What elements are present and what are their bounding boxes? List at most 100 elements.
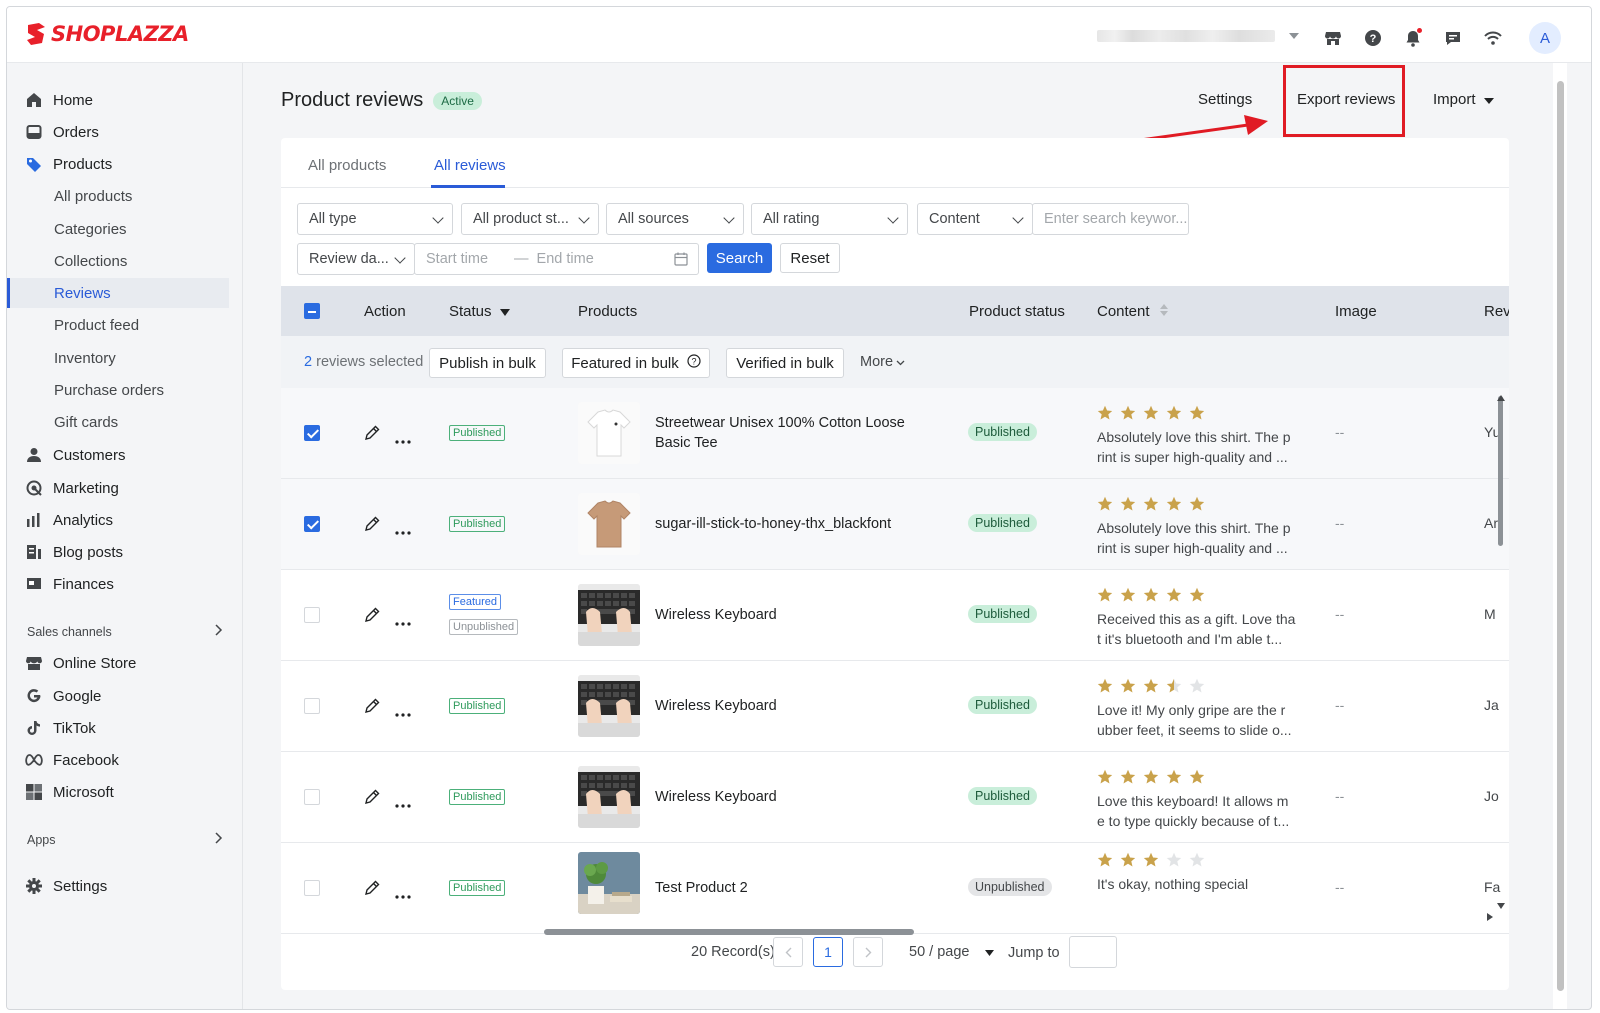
edit-icon[interactable]	[363, 697, 381, 718]
product-name[interactable]: Test Product 2	[655, 878, 935, 898]
scroll-down-icon[interactable]	[1497, 896, 1505, 912]
more-actions-icon[interactable]	[395, 522, 411, 538]
sources-filter[interactable]: All sources	[606, 203, 744, 235]
store-selector[interactable]	[1097, 29, 1307, 43]
prev-page-button[interactable]	[773, 937, 803, 967]
sidebar-item-google[interactable]: Google	[7, 681, 229, 711]
rating-filter[interactable]: All rating	[751, 203, 908, 235]
search-button[interactable]: Search	[707, 243, 772, 273]
page-size-select[interactable]: 50 / page	[909, 944, 995, 960]
sidebar-item-marketing[interactable]: Marketing	[7, 473, 229, 503]
table-row[interactable]: Published Wireless Keyboard Published Love …	[281, 752, 1509, 843]
row-checkbox[interactable]	[304, 880, 320, 896]
table-row[interactable]: Published Test Product 2 Unpublished It's o…	[281, 843, 1509, 934]
product-thumbnail[interactable]	[578, 675, 640, 737]
table-row[interactable]: Featured Unpublished Wireless Keyboard Publ…	[281, 570, 1509, 661]
tab-all-reviews[interactable]: All reviews	[434, 157, 506, 174]
table-vertical-scrollbar[interactable]	[1498, 396, 1503, 546]
shoplazza-logo[interactable]: SHOPLAZZA	[25, 21, 189, 47]
row-checkbox[interactable]	[304, 698, 320, 714]
page-scrollbar[interactable]	[1553, 63, 1567, 1009]
verified-in-bulk-button[interactable]: Verified in bulk	[726, 348, 844, 378]
product-name[interactable]: Wireless Keyboard	[655, 787, 935, 807]
page-scrollbar-thumb[interactable]	[1557, 81, 1564, 991]
scroll-right-icon[interactable]	[1487, 908, 1493, 924]
page-number-current[interactable]: 1	[813, 937, 843, 967]
more-actions-icon[interactable]	[395, 613, 411, 629]
product-name[interactable]: sugar-ill-stick-to-honey-thx_blackfont	[655, 514, 935, 534]
review-content[interactable]: Love this keyboard! It allows m e to type…	[1097, 791, 1297, 831]
more-actions-icon[interactable]	[395, 795, 411, 811]
sidebar-item-microsoft[interactable]: Microsoft	[7, 777, 229, 807]
reset-button[interactable]: Reset	[780, 243, 840, 273]
edit-icon[interactable]	[363, 424, 381, 445]
product-thumbnail[interactable]	[578, 766, 640, 828]
chat-icon[interactable]	[1443, 28, 1463, 48]
sidebar-sub-inventory[interactable]: Inventory	[7, 343, 229, 373]
sidebar-sub-product-feed[interactable]: Product feed	[7, 310, 229, 340]
product-status-filter[interactable]: All product st...	[461, 203, 599, 235]
review-date-select[interactable]: Review da...	[297, 243, 415, 275]
more-dropdown[interactable]: More	[860, 354, 905, 370]
edit-icon[interactable]	[363, 879, 381, 900]
row-checkbox[interactable]	[304, 789, 320, 805]
avatar[interactable]: A	[1529, 22, 1561, 54]
table-row[interactable]: Published sugar-ill-stick-to-honey-thx_bl…	[281, 479, 1509, 570]
next-page-button[interactable]	[853, 937, 883, 967]
review-content[interactable]: Absolutely love this shirt. The p rint is…	[1097, 518, 1297, 558]
more-actions-icon[interactable]	[395, 704, 411, 720]
product-thumbnail[interactable]	[578, 402, 640, 464]
sidebar-sub-collections[interactable]: Collections	[7, 246, 229, 276]
row-checkbox[interactable]	[304, 516, 320, 532]
sidebar-item-customers[interactable]: Customers	[7, 440, 229, 470]
product-thumbnail[interactable]	[578, 584, 640, 646]
select-all-checkbox[interactable]	[304, 303, 320, 319]
row-checkbox[interactable]	[304, 425, 320, 441]
jump-to-input[interactable]	[1069, 936, 1117, 968]
table-row[interactable]: Published Streetwear Unisex 100% Cotton L…	[281, 388, 1509, 479]
column-content[interactable]: Content	[1097, 303, 1168, 320]
table-row[interactable]: Published Wireless Keyboard Published Love …	[281, 661, 1509, 752]
sidebar-item-home[interactable]: Home	[7, 85, 229, 115]
more-actions-icon[interactable]	[395, 886, 411, 902]
apps-header[interactable]: Apps	[27, 832, 223, 847]
review-content[interactable]: Love it! My only gripe are the r ubber fe…	[1097, 700, 1297, 740]
sidebar-item-products[interactable]: Products	[7, 149, 229, 179]
product-name[interactable]: Wireless Keyboard	[655, 696, 935, 716]
sidebar-sub-reviews[interactable]: Reviews	[7, 278, 229, 308]
product-name[interactable]: Streetwear Unisex 100% Cotton Loose Basi…	[655, 413, 935, 453]
table-horizontal-scrollbar[interactable]	[544, 929, 914, 935]
product-thumbnail[interactable]	[578, 852, 640, 914]
store-icon[interactable]	[1323, 28, 1343, 48]
sidebar-item-blog-posts[interactable]: Blog posts	[7, 537, 229, 567]
sidebar-item-analytics[interactable]: Analytics	[7, 505, 229, 535]
featured-in-bulk-button[interactable]: Featured in bulk ?	[562, 348, 710, 378]
date-range-picker[interactable]: Start time — End time	[414, 243, 699, 275]
sidebar-item-online-store[interactable]: Online Store	[7, 648, 229, 678]
row-checkbox[interactable]	[304, 607, 320, 623]
content-field-select[interactable]: Content	[917, 203, 1033, 235]
sidebar-item-tiktok[interactable]: TikTok	[7, 713, 229, 743]
bell-icon[interactable]	[1403, 28, 1423, 48]
sales-channels-header[interactable]: Sales channels	[27, 624, 223, 639]
sidebar-item-finances[interactable]: Finances	[7, 569, 229, 599]
publish-in-bulk-button[interactable]: Publish in bulk	[429, 348, 546, 378]
more-actions-icon[interactable]	[395, 431, 411, 447]
sidebar-item-settings[interactable]: Settings	[7, 871, 229, 901]
product-thumbnail[interactable]	[578, 493, 640, 555]
review-content[interactable]: Received this as a gift. Love tha t it's …	[1097, 609, 1297, 649]
sidebar-item-facebook[interactable]: Facebook	[7, 745, 229, 775]
edit-icon[interactable]	[363, 606, 381, 627]
sidebar-sub-gift-cards[interactable]: Gift cards	[7, 407, 229, 437]
sidebar-sub-categories[interactable]: Categories	[7, 214, 229, 244]
sidebar-item-orders[interactable]: Orders	[7, 117, 229, 147]
review-content[interactable]: Absolutely love this shirt. The p rint is…	[1097, 427, 1297, 467]
edit-icon[interactable]	[363, 788, 381, 809]
sidebar-sub-all-products[interactable]: All products	[7, 181, 229, 211]
search-input[interactable]: Enter search keywor...	[1032, 203, 1189, 235]
help-icon[interactable]: ?	[1363, 28, 1383, 48]
sidebar-sub-purchase-orders[interactable]: Purchase orders	[7, 375, 229, 405]
edit-icon[interactable]	[363, 515, 381, 536]
scroll-up-icon[interactable]	[1497, 388, 1505, 404]
review-content[interactable]: It's okay, nothing special	[1097, 874, 1297, 894]
